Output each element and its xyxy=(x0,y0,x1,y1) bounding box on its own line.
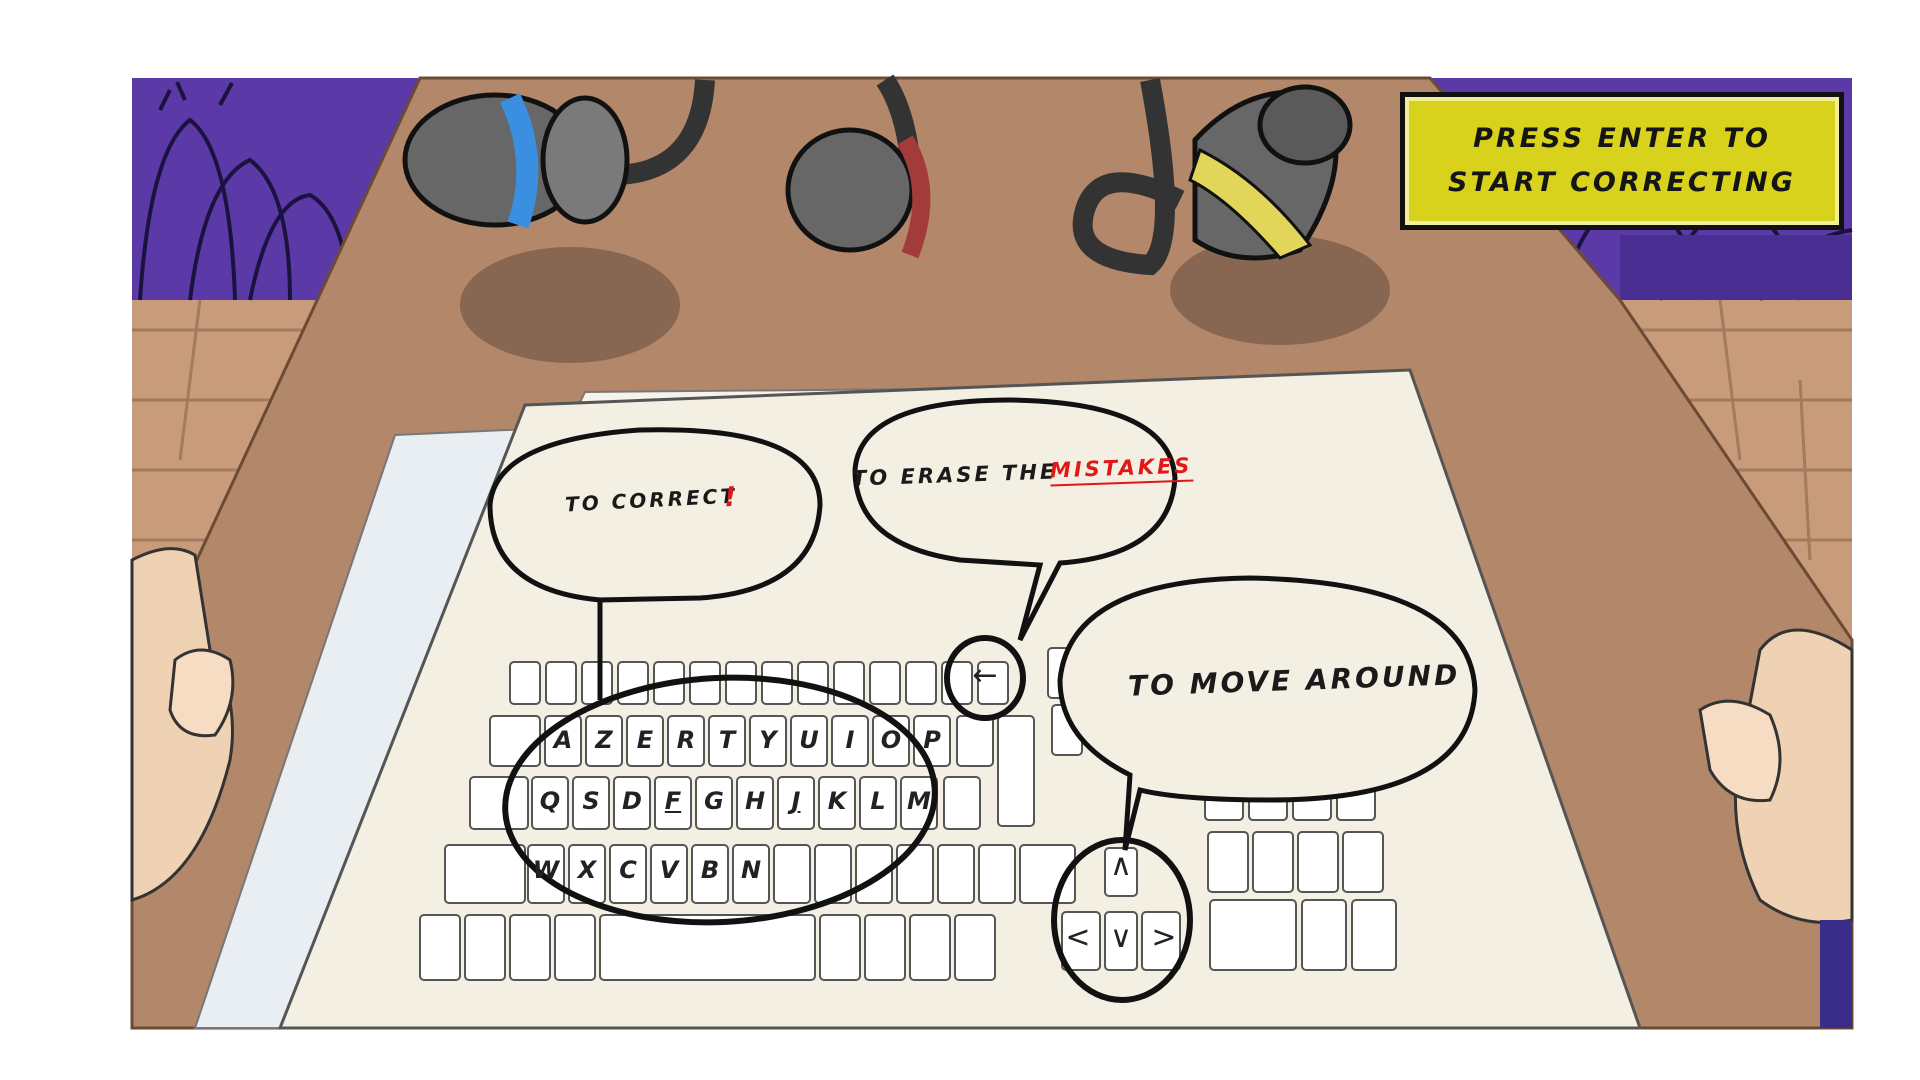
enter-key xyxy=(997,715,1035,827)
key-K: K xyxy=(827,787,847,815)
key-T: T xyxy=(718,726,736,754)
key-B: B xyxy=(700,856,720,884)
keyboard-key xyxy=(419,914,461,981)
numpad-key xyxy=(1209,899,1297,971)
tab-key xyxy=(489,715,541,767)
start-prompt-text: PRESS ENTER TO START CORRECTING xyxy=(1448,123,1796,198)
keyboard-key xyxy=(905,661,937,705)
key-Q: Q xyxy=(539,787,561,815)
key-E: E xyxy=(636,726,654,754)
key-S: S xyxy=(582,787,600,815)
key-I: I xyxy=(845,726,855,754)
key-G: G xyxy=(704,787,724,815)
key-V: V xyxy=(659,856,679,884)
key-L: L xyxy=(870,787,886,815)
key-M: M xyxy=(907,787,931,815)
key-N: N xyxy=(740,856,762,884)
keyboard-key xyxy=(689,661,721,705)
keyboard-key xyxy=(773,844,811,904)
bubble-correct-exclamation: ! xyxy=(723,481,741,514)
key-W: W xyxy=(532,856,560,884)
keyboard-key xyxy=(509,914,551,981)
keyboard-key xyxy=(819,914,861,981)
key-U: U xyxy=(799,726,819,754)
keyboard-key xyxy=(545,661,577,705)
key-O: O xyxy=(880,726,902,754)
arrow-up-key-icon: ∧ xyxy=(1110,848,1132,883)
caps-key xyxy=(469,776,529,830)
numpad-key xyxy=(1207,831,1249,893)
arrow-right-key-icon: > xyxy=(1151,920,1177,955)
backspace-key-icon: ← xyxy=(972,658,998,693)
keyboard-key xyxy=(509,661,541,705)
keyboard-key xyxy=(725,661,757,705)
keyboard-key xyxy=(896,844,934,904)
arrow-down-key-icon: ∨ xyxy=(1110,920,1132,955)
key-R: R xyxy=(676,726,696,754)
keyboard-key xyxy=(864,914,906,981)
shift-key xyxy=(444,844,526,904)
keyboard-key xyxy=(937,844,975,904)
arrow-left-key-icon: < xyxy=(1065,920,1091,955)
key-J: J xyxy=(791,787,801,815)
keyboard-key xyxy=(956,715,994,767)
key-H: H xyxy=(744,787,766,815)
numpad-key xyxy=(1252,831,1294,893)
key-Y: Y xyxy=(759,726,777,754)
numpad-key xyxy=(1342,831,1384,893)
key-X: X xyxy=(577,856,597,884)
keyboard-key xyxy=(954,914,996,981)
bubble-erase-mistakes: MISTAKES xyxy=(1049,453,1193,487)
keyboard-key xyxy=(943,776,981,830)
numpad-key xyxy=(1301,899,1347,971)
keyboard-key xyxy=(978,844,1016,904)
key-A: A xyxy=(553,726,573,754)
key-P: P xyxy=(923,726,941,754)
numpad-key xyxy=(1351,899,1397,971)
keyboard-key xyxy=(464,914,506,981)
key-Z: Z xyxy=(595,726,613,754)
keyboard-key xyxy=(554,914,596,981)
key-F: F xyxy=(664,787,682,815)
key-D: D xyxy=(622,787,642,815)
keyboard-key xyxy=(869,661,901,705)
key-C: C xyxy=(619,856,637,884)
keyboard-key xyxy=(909,914,951,981)
start-prompt-box: PRESS ENTER TO START CORRECTING xyxy=(1400,92,1844,230)
numpad-key xyxy=(1297,831,1339,893)
